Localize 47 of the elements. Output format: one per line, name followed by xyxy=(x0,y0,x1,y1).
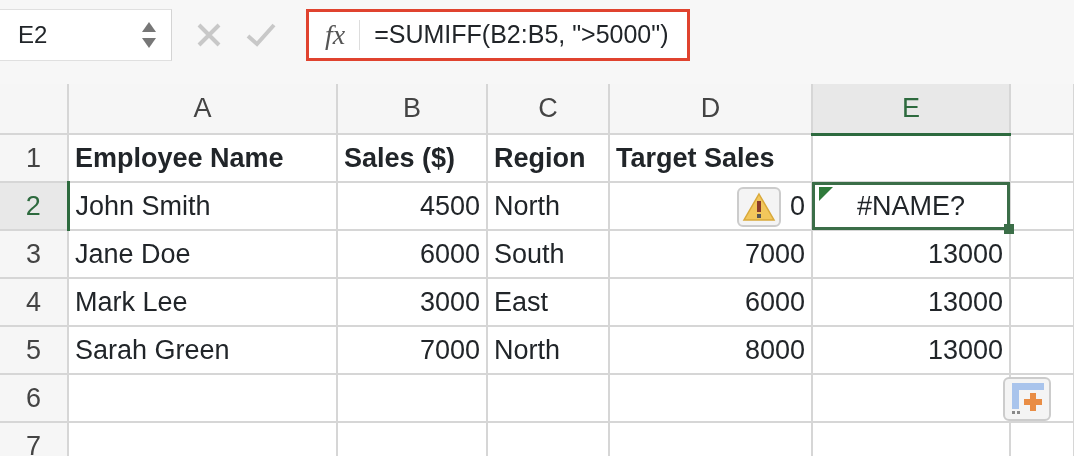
column-header[interactable]: D xyxy=(609,84,812,134)
cell-text: John Smith xyxy=(75,190,211,221)
cell-text: 8000 xyxy=(744,334,805,365)
column-header[interactable]: A xyxy=(68,84,337,134)
cell-text: North xyxy=(494,190,561,221)
cell-text: 6000 xyxy=(744,286,805,317)
cell-text: 3000 xyxy=(419,286,480,317)
cell-text: 4500 xyxy=(419,190,480,221)
row-header[interactable]: 5 xyxy=(0,326,68,374)
fill-handle[interactable] xyxy=(1004,224,1014,234)
cell-text: East xyxy=(494,286,549,317)
row-header[interactable]: 6 xyxy=(0,374,68,422)
cell-text: Mark Lee xyxy=(75,286,188,317)
cell-text: 13000 xyxy=(927,238,1003,269)
warning-icon xyxy=(742,192,776,222)
cell-text: Region xyxy=(494,142,586,173)
row-header[interactable]: 4 xyxy=(0,278,68,326)
cell-text: Sarah Green xyxy=(75,334,230,365)
column-header[interactable]: B xyxy=(337,84,487,134)
cell-text: North xyxy=(494,334,561,365)
cell-text: 6000 xyxy=(419,238,480,269)
cell-text: 13000 xyxy=(927,286,1003,317)
row-header[interactable]: 1 xyxy=(0,134,68,182)
cell-text: #NAME? xyxy=(856,190,965,221)
cell-text: Jane Doe xyxy=(75,238,191,269)
column-header[interactable]: E xyxy=(812,84,1010,134)
formula-bar[interactable]: fx =SUMIFF(B2:B5, ">5000") xyxy=(306,9,690,61)
cancel-icon[interactable] xyxy=(196,22,222,48)
paste-options-button[interactable] xyxy=(1003,377,1051,421)
formula-text: =SUMIFF(B2:B5, ">5000") xyxy=(374,19,669,51)
cell-text: 13000 xyxy=(927,334,1003,365)
check-icon[interactable] xyxy=(246,22,276,48)
cell-text: Employee Name xyxy=(75,142,284,173)
cell-text: 7000 xyxy=(744,238,805,269)
warning-button[interactable] xyxy=(737,187,781,227)
cell-text: Target Sales xyxy=(616,142,775,173)
row-header[interactable]: 2 xyxy=(0,182,68,230)
cell-text: Sales ($) xyxy=(344,142,456,173)
cell-text: 7000 xyxy=(419,334,480,365)
row-header[interactable]: 7 xyxy=(0,422,68,456)
row-header[interactable]: 3 xyxy=(0,230,68,278)
cell-text: South xyxy=(494,238,565,269)
cell-text: 0 xyxy=(789,190,805,221)
name-box-value: E2 xyxy=(18,20,48,50)
name-box[interactable]: E2 xyxy=(0,9,172,61)
stepper-icon[interactable] xyxy=(141,20,157,50)
column-header[interactable]: C xyxy=(487,84,609,134)
